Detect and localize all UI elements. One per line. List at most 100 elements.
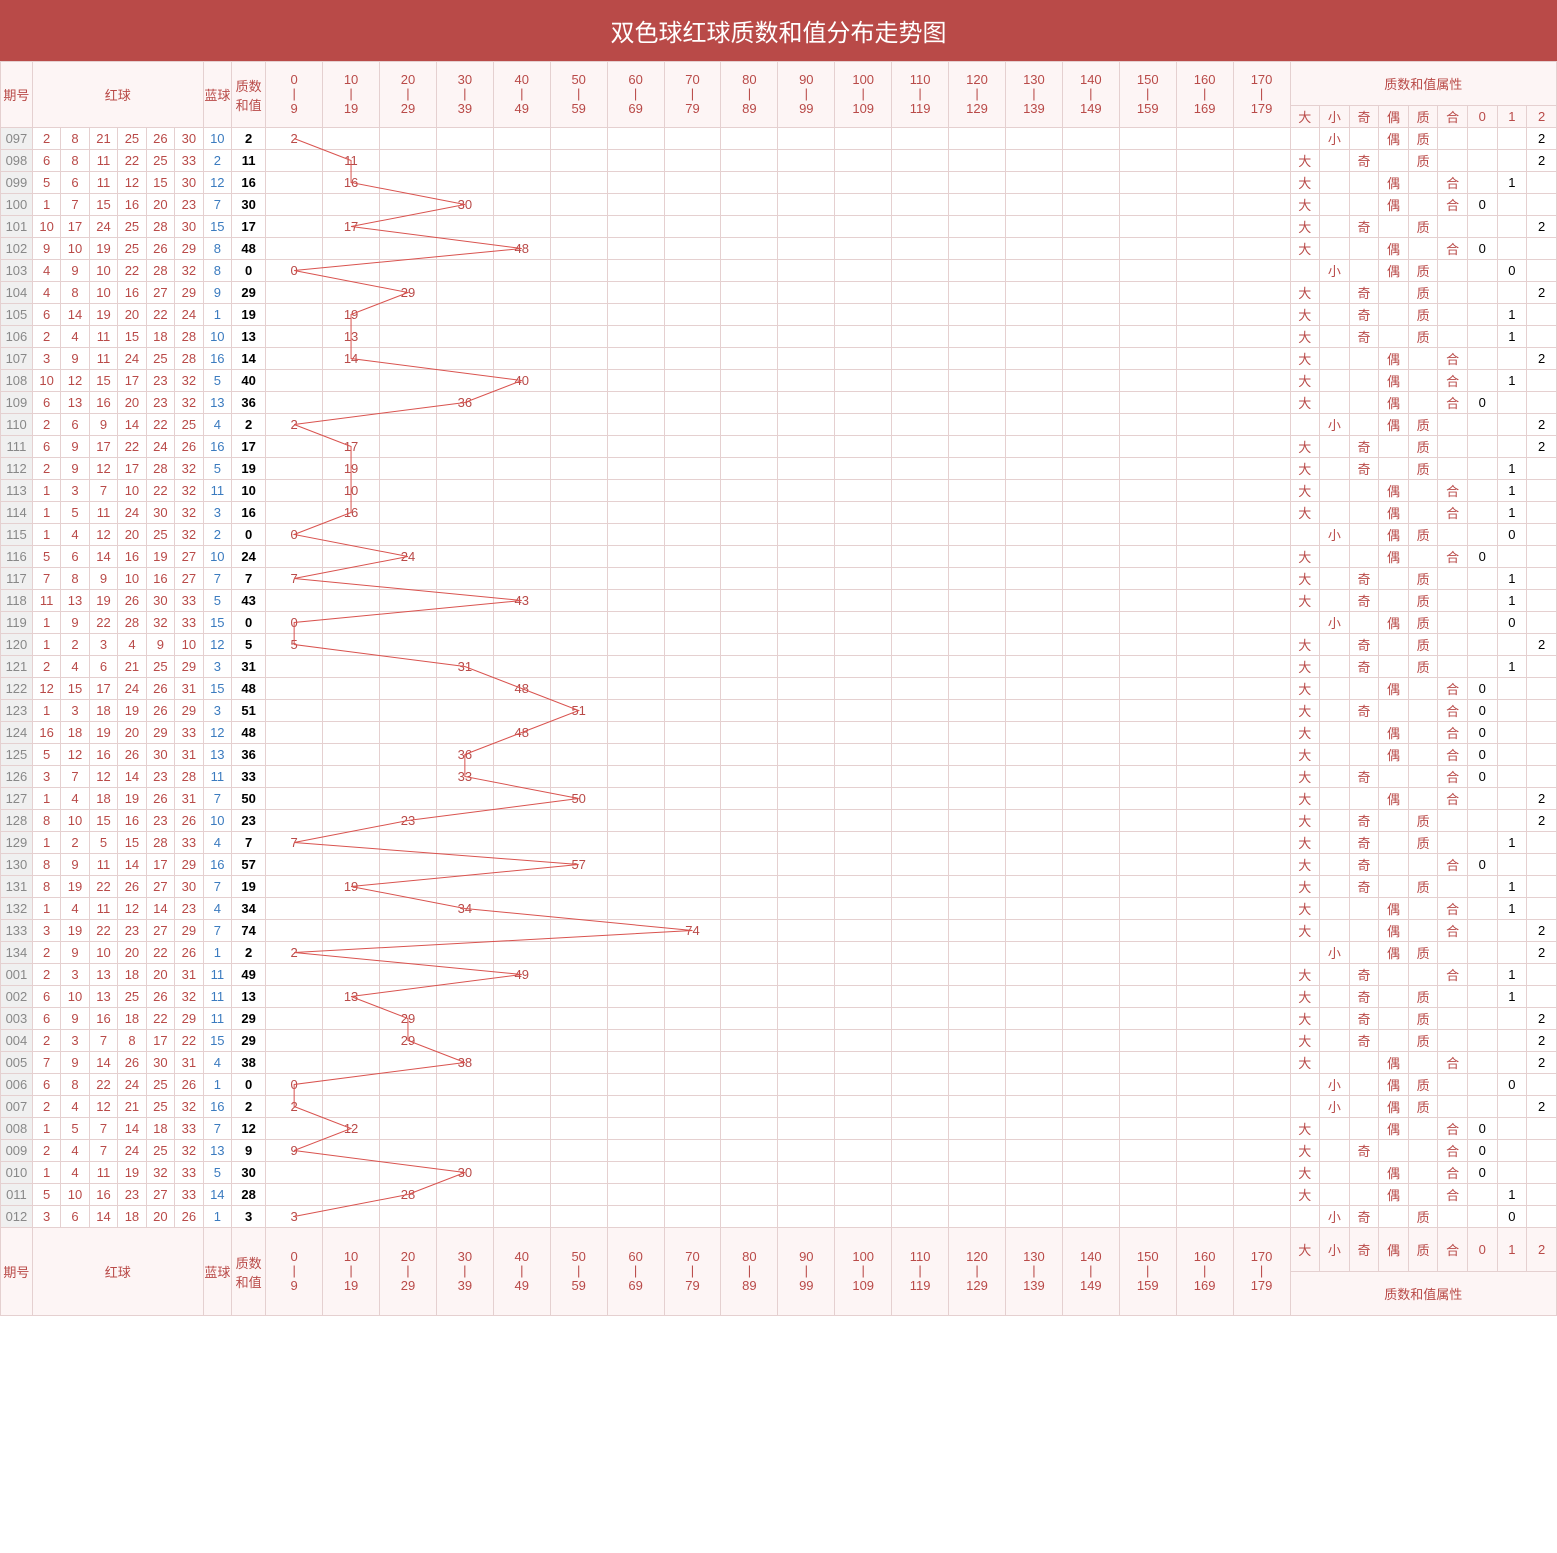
attr-cell: 合 <box>1438 678 1468 700</box>
range-cell <box>1062 810 1119 832</box>
range-cell <box>721 458 778 480</box>
range-cell <box>892 128 949 150</box>
redball-cell: 23 <box>118 920 146 942</box>
range-cell <box>1005 1184 1062 1206</box>
range-cell <box>664 1052 721 1074</box>
redball-cell: 18 <box>89 700 117 722</box>
range-cell <box>1062 942 1119 964</box>
attr-cell: 质 <box>1408 568 1438 590</box>
range-cell: 0 <box>266 524 323 546</box>
range-cell <box>1233 634 1290 656</box>
attr-cell: 1 <box>1497 568 1527 590</box>
attr-cell: 大 <box>1290 304 1320 326</box>
redball-cell: 5 <box>32 546 60 568</box>
range-cell <box>949 1030 1006 1052</box>
redball-cell: 29 <box>175 700 203 722</box>
range-cell <box>550 1118 607 1140</box>
range-cell <box>1119 832 1176 854</box>
attr-cell: 质 <box>1408 634 1438 656</box>
attr-cell <box>1408 678 1438 700</box>
redball-cell: 6 <box>89 656 117 678</box>
range-cell <box>721 1118 778 1140</box>
redball-cell: 12 <box>61 370 89 392</box>
range-cell <box>323 788 380 810</box>
redball-cell: 1 <box>32 700 60 722</box>
range-cell <box>1176 920 1233 942</box>
range-cell <box>266 1184 323 1206</box>
range-cell <box>607 590 664 612</box>
footer-attr-7: 1 <box>1497 1228 1527 1272</box>
attr-cell: 2 <box>1527 216 1557 238</box>
range-cell <box>380 832 437 854</box>
range-cell <box>436 722 493 744</box>
range-cell <box>380 370 437 392</box>
redball-cell: 22 <box>89 1074 117 1096</box>
range-cell <box>949 392 1006 414</box>
redball-cell: 15 <box>118 326 146 348</box>
range-cell <box>949 810 1006 832</box>
attr-cell: 奇 <box>1349 216 1379 238</box>
range-cell <box>778 1030 835 1052</box>
attr-cell: 质 <box>1408 304 1438 326</box>
range-cell <box>550 238 607 260</box>
attr-cell: 质 <box>1408 1008 1438 1030</box>
range-cell <box>1005 766 1062 788</box>
range-cell <box>493 832 550 854</box>
redball-cell: 28 <box>146 458 174 480</box>
range-cell <box>664 568 721 590</box>
range-cell <box>664 1184 721 1206</box>
range-cell <box>1176 150 1233 172</box>
range-cell <box>550 1140 607 1162</box>
range-cell <box>664 1162 721 1184</box>
attr-cell: 0 <box>1497 1074 1527 1096</box>
range-cell <box>949 260 1006 282</box>
range-cell: 19 <box>323 876 380 898</box>
redball-cell: 20 <box>146 964 174 986</box>
range-cell <box>949 326 1006 348</box>
range-cell <box>778 590 835 612</box>
range-cell <box>1005 1206 1062 1228</box>
range-cell <box>550 634 607 656</box>
redball-cell: 27 <box>175 546 203 568</box>
range-cell <box>550 678 607 700</box>
period-cell: 111 <box>1 436 33 458</box>
range-cell <box>550 942 607 964</box>
attr-cell: 0 <box>1467 766 1497 788</box>
range-cell: 30 <box>436 1162 493 1184</box>
range-cell <box>323 964 380 986</box>
range-cell <box>835 810 892 832</box>
range-cell <box>323 1184 380 1206</box>
range-cell <box>493 788 550 810</box>
redball-cell: 24 <box>118 502 146 524</box>
sum-cell: 13 <box>232 326 266 348</box>
range-cell <box>664 194 721 216</box>
attr-cell: 质 <box>1408 458 1438 480</box>
attr-cell: 0 <box>1467 722 1497 744</box>
range-cell <box>1119 810 1176 832</box>
attr-cell <box>1497 1118 1527 1140</box>
range-cell <box>949 854 1006 876</box>
attr-cell: 偶 <box>1379 524 1409 546</box>
attr-cell <box>1438 1096 1468 1118</box>
redball-cell: 13 <box>61 590 89 612</box>
range-cell <box>892 524 949 546</box>
range-cell <box>1119 326 1176 348</box>
attr-cell <box>1438 986 1468 1008</box>
range-cell <box>892 1074 949 1096</box>
redball-cell: 22 <box>146 414 174 436</box>
range-cell <box>1176 1140 1233 1162</box>
attr-cell <box>1349 1162 1379 1184</box>
range-cell <box>436 1184 493 1206</box>
range-cell <box>778 810 835 832</box>
redball-cell: 6 <box>32 986 60 1008</box>
range-cell <box>1062 612 1119 634</box>
table-row: 114151124303231616大偶合1 <box>1 502 1557 524</box>
header-row-1: 期号 红球 蓝球 质数和值 0|9 10|19 20|29 30|39 40|4… <box>1 62 1557 106</box>
range-cell <box>1005 920 1062 942</box>
range-cell <box>1062 392 1119 414</box>
range-cell: 11 <box>323 150 380 172</box>
header-range-17: 170|179 <box>1233 62 1290 128</box>
range-cell <box>550 194 607 216</box>
redball-cell: 3 <box>32 348 60 370</box>
period-cell: 120 <box>1 634 33 656</box>
